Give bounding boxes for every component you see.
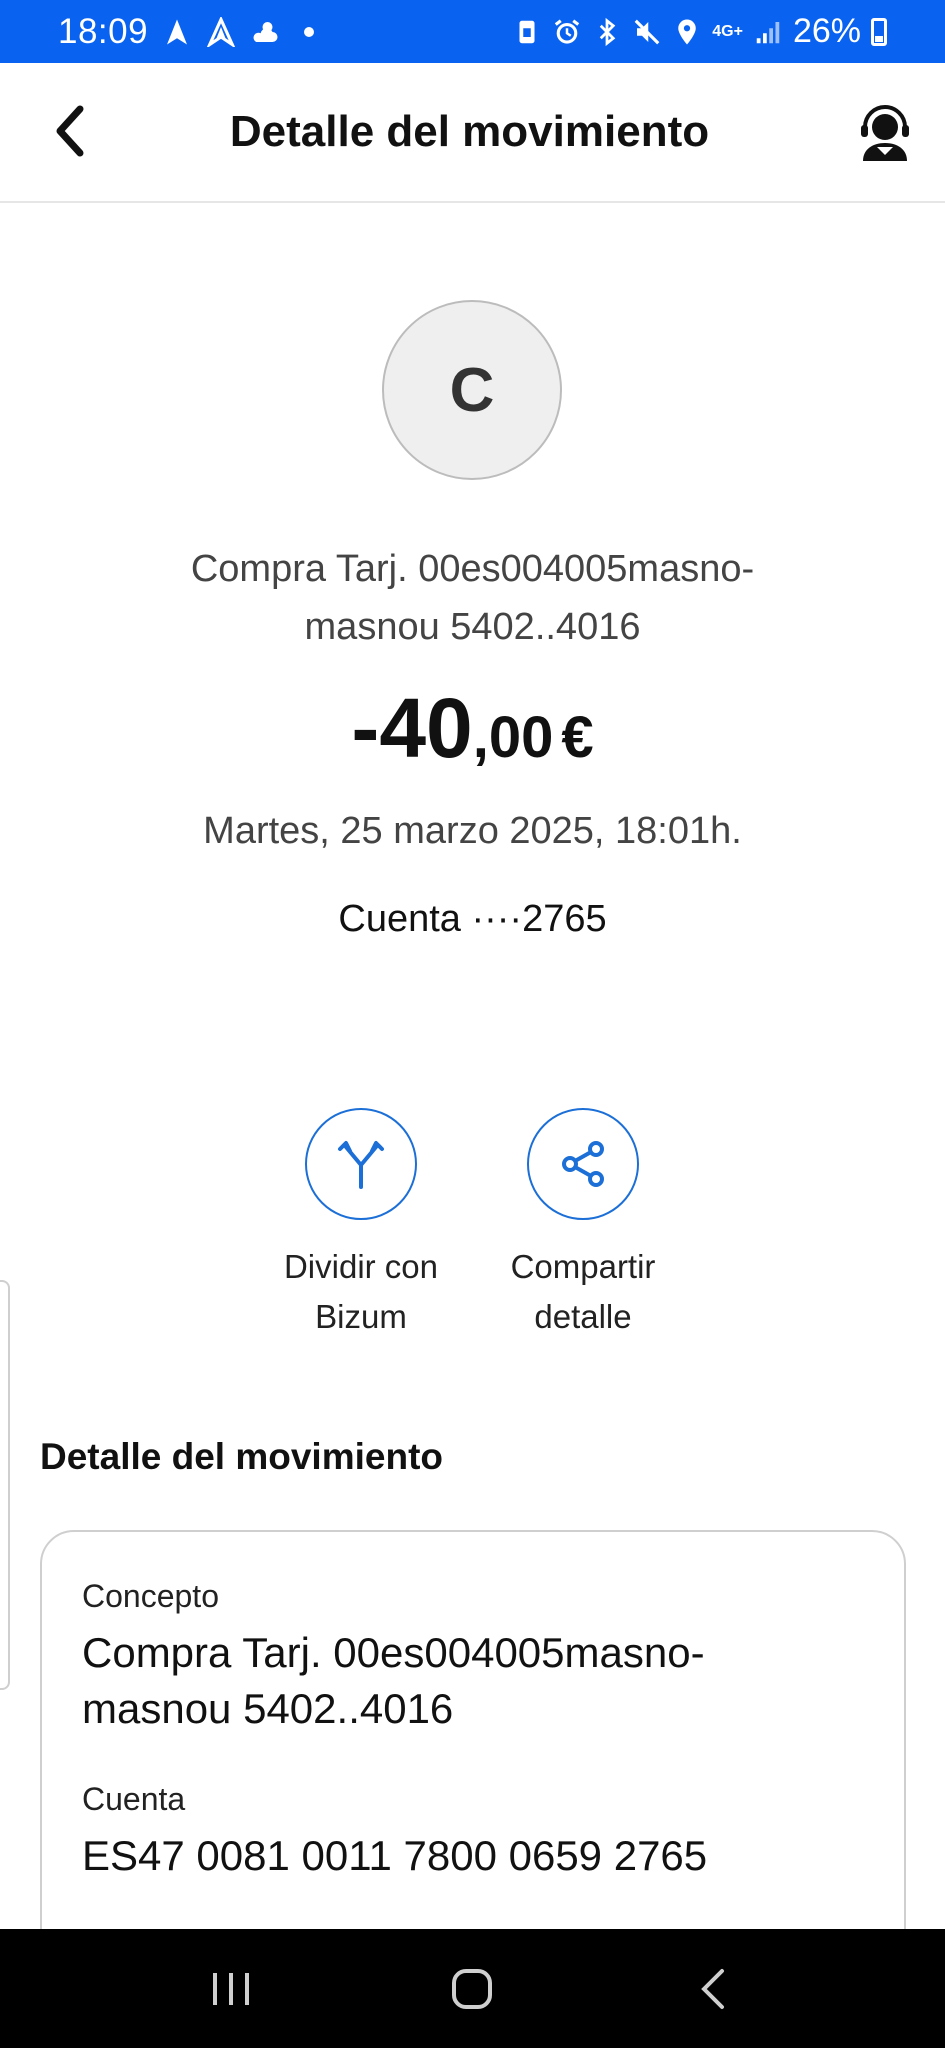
battery-icon <box>871 17 887 46</box>
mute-icon <box>632 17 662 47</box>
navigation-alt-icon <box>206 16 236 47</box>
recent-apps-icon <box>212 1972 249 2005</box>
share-label-line-1: Compartir <box>510 1248 656 1285</box>
share-button-label: Compartir detalle <box>473 1242 693 1342</box>
amount-currency: € <box>561 705 594 770</box>
split-button-circle[interactable] <box>305 1108 417 1220</box>
back-icon <box>701 1968 725 2009</box>
account-label: Cuenta <box>82 1781 186 1817</box>
split-button-label: Dividir con Bizum <box>251 1242 471 1342</box>
recent-apps-button[interactable] <box>191 1949 271 2029</box>
amount-integer: -40 <box>351 681 473 775</box>
account-field: Cuenta ES47 0081 0011 7800 0659 2765 <box>82 1781 864 1884</box>
chevron-left-icon <box>56 105 84 157</box>
sim-icon <box>512 17 542 47</box>
concept-label: Concepto <box>82 1578 219 1614</box>
weather-icon <box>250 17 280 47</box>
side-panel-handle[interactable] <box>0 1280 10 1690</box>
battery-percent: 26% <box>792 12 861 50</box>
location-icon <box>672 17 702 47</box>
merchant-avatar: C <box>382 300 562 480</box>
split-label-line-2: Bizum <box>315 1298 407 1335</box>
split-label-line-1: Dividir con <box>283 1248 439 1285</box>
account-value: ES47 0081 0011 7800 0659 2765 <box>82 1832 708 1879</box>
bluetooth-icon <box>592 17 622 47</box>
home-icon <box>452 1968 493 2009</box>
support-agent-icon <box>861 105 909 161</box>
back-button[interactable] <box>40 101 100 161</box>
status-bar: 18:09 4G+ 26% <box>0 0 945 63</box>
navigation-icon <box>162 17 192 47</box>
concept-value-line-1: Compra Tarj. 00es004005masno- <box>82 1629 705 1676</box>
merchant-line-2: masnou 5402..4016 <box>304 606 641 648</box>
concept-value: Compra Tarj. 00es004005masno- masnou 540… <box>82 1625 864 1737</box>
transaction-date: Martes, 25 marzo 2025, 18:01h. <box>203 810 742 852</box>
merchant-name: Compra Tarj. 00es004005masno- masnou 540… <box>120 540 825 656</box>
split-icon <box>338 1141 384 1189</box>
share-icon <box>562 1141 604 1187</box>
alarm-icon <box>552 17 582 47</box>
share-detail-button[interactable]: Compartir detalle <box>473 1108 693 1342</box>
concept-value-line-2: masnou 5402..4016 <box>82 1685 454 1732</box>
merchant-line-1: Compra Tarj. 00es004005masno- <box>190 548 755 590</box>
amount-decimals: ,00 <box>472 705 554 770</box>
concept-field: Concepto Compra Tarj. 00es004005masno- m… <box>82 1578 864 1737</box>
dot-icon <box>294 17 324 47</box>
system-back-button[interactable] <box>674 1949 754 2029</box>
status-right: 4G+ 26% <box>512 12 887 51</box>
page-title: Detalle del movimiento <box>229 107 710 156</box>
app-header: Detalle del movimiento <box>0 63 945 203</box>
network-type: 4G+ <box>712 23 743 40</box>
status-time: 18:09 <box>58 11 149 51</box>
share-button-circle[interactable] <box>527 1108 639 1220</box>
account-short: Cuenta ····2765 <box>338 898 607 940</box>
system-nav-bar <box>0 1929 945 2048</box>
detail-section-title: Detalle del movimiento <box>40 1436 443 1477</box>
support-button[interactable] <box>853 101 917 165</box>
signal-icon <box>753 17 783 47</box>
transaction-amount: -40,00 € <box>0 680 945 777</box>
split-bizum-button[interactable]: Dividir con Bizum <box>251 1108 471 1342</box>
share-label-line-2: detalle <box>534 1298 632 1335</box>
home-button[interactable] <box>432 1949 512 2029</box>
status-left: 18:09 <box>58 12 324 52</box>
